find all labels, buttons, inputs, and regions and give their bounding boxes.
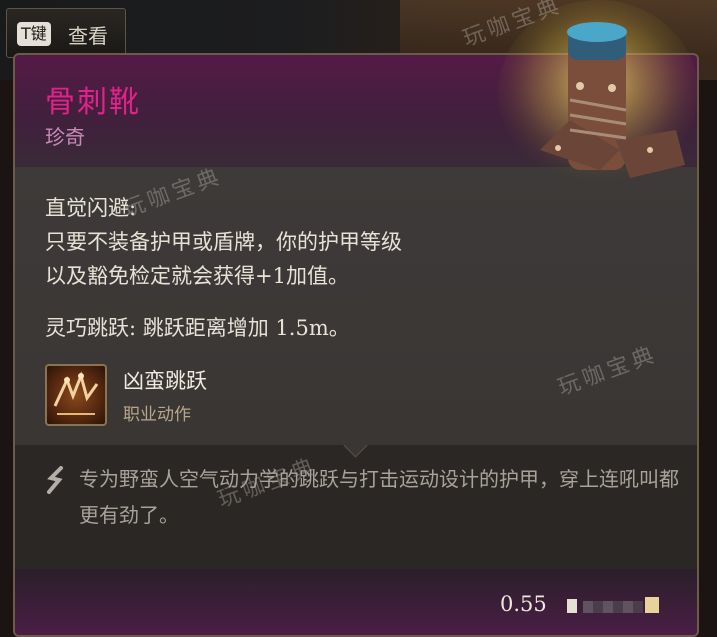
quill-icon: [45, 466, 67, 494]
action-name: 凶蛮跳跃: [123, 369, 207, 393]
property-text: 灵巧跳跃: 跳跃距离增加 1.5m。: [45, 316, 350, 340]
key-badge: T键: [17, 22, 51, 46]
jump-action-icon[interactable]: [45, 364, 107, 426]
item-rarity: 珍奇: [45, 125, 85, 149]
item-name: 骨刺靴: [45, 85, 141, 120]
inspect-label: 查看: [68, 24, 108, 48]
item-weight: 0.55: [500, 592, 547, 616]
property-text: 以及豁免检定就会获得+1加值。: [45, 264, 349, 288]
action-type: 职业动作: [123, 405, 191, 425]
property-text: 只要不装备护甲或盾牌，你的护甲等级: [45, 230, 402, 254]
property-title: 直觉闪避:: [45, 196, 137, 220]
censored-area: [583, 601, 643, 613]
weight-icon: [567, 599, 577, 613]
gold-icon: [645, 597, 659, 613]
flavor-text: 专为野蛮人空气动力学的跳跃与打击运动设计的护甲，穿上连吼叫都更有劲了。: [79, 467, 679, 527]
